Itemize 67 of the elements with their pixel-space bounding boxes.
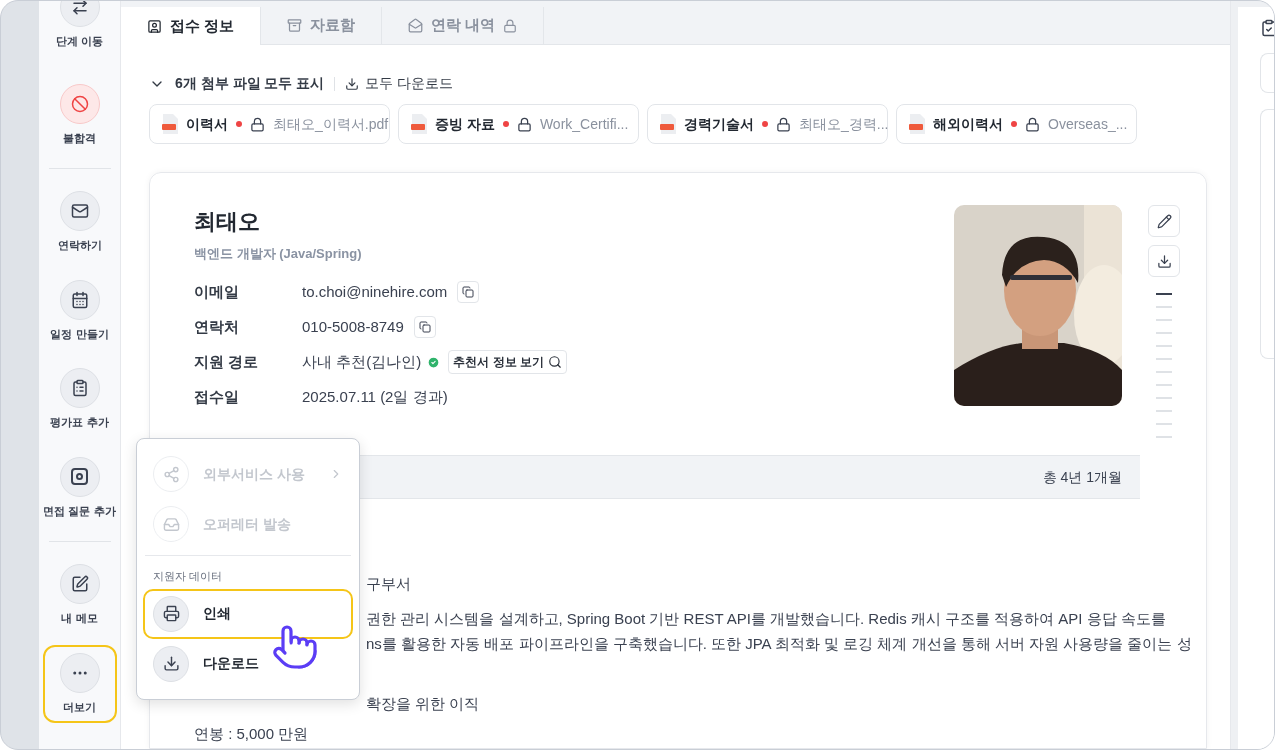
experience-text: 권한 관리 시스템을 설계하고, Spring Boot 기반 REST API를 개발했습니다. Redis 캐시 구조를 적용하여 API 응답 속도를	[366, 610, 1166, 627]
edit-icon	[59, 564, 100, 604]
download-icon	[153, 645, 189, 682]
file-chip[interactable]: 증빙 자료 Work_Certifi...	[398, 104, 639, 144]
copy-button[interactable]	[457, 281, 480, 303]
file-type: 이력서	[186, 114, 228, 134]
field-label: 지원 경로	[194, 351, 260, 372]
field-label: 연락처	[194, 316, 240, 337]
pencil-icon	[1156, 213, 1172, 229]
experience-text: 연봉 : 5,000 만원	[194, 725, 309, 742]
mail-icon	[59, 191, 100, 231]
field-label: 접수일	[194, 386, 240, 407]
experience-text: ns를 활용한 자동 배포 파이프라인을 구축했습니다. 또한 JPA 최적화 및 로깅 체계 개선을 통해 서버 자원 사용량을 줄이는 성	[366, 635, 1192, 652]
clipboard-icon	[59, 368, 100, 408]
copy-icon	[418, 321, 431, 333]
field-value: 사내 추천(김나인)	[302, 351, 422, 372]
search-icon	[547, 355, 562, 369]
referral-info-button[interactable]: 추천서 정보 보기	[448, 350, 567, 374]
job-title: 백엔드 개발자 (Java/Spring)	[194, 245, 363, 263]
check-circle-icon	[427, 355, 441, 369]
field-value: 010-5008-8749	[302, 316, 404, 337]
file-type: 해외이력서	[933, 114, 1003, 134]
archive-icon	[287, 18, 303, 33]
experience-text: 구부서	[366, 575, 411, 592]
file-chip[interactable]: 해외이력서 Overseas_...	[896, 104, 1137, 144]
sidebar-item[interactable]: 평가표 추가	[42, 360, 117, 439]
show-all-files-toggle[interactable]: 6개 첨부 파일 모두 표시	[149, 73, 325, 94]
clipboard-icon	[1260, 19, 1274, 37]
candidate-name: 최태오	[194, 208, 261, 236]
download-icon	[345, 76, 360, 91]
download-icon	[1156, 253, 1172, 269]
file-type: 경력기술서	[684, 114, 754, 134]
menu-item[interactable]: 인쇄	[143, 588, 353, 639]
hand-cursor-icon	[271, 623, 319, 671]
file-type: 증빙 자료	[435, 114, 495, 134]
total-experience: 총 4년 1개월	[1042, 467, 1122, 487]
file-chip[interactable]: 경력기술서 최태오_경력...	[647, 104, 888, 144]
field-label: 이메일	[194, 281, 240, 302]
user-card-icon	[147, 18, 162, 34]
experience-text: 확장을 위한 이직	[366, 695, 480, 712]
file-name: 최태오_이력서.pdf	[273, 114, 389, 134]
envelope-icon	[408, 18, 424, 33]
file-name: Overseas_...	[1048, 114, 1128, 134]
pdf-file-icon	[411, 114, 427, 134]
menu-section-label: 지원자 데이터	[152, 569, 224, 584]
edit-button[interactable]	[1148, 205, 1180, 237]
sidebar-item[interactable]: 일정 만들기	[42, 271, 117, 350]
file-name: 최태오_경력...	[799, 114, 889, 134]
tab[interactable]: 접수 정보	[121, 7, 262, 45]
pdf-file-icon	[162, 114, 178, 134]
copy-icon	[462, 286, 475, 298]
sidebar-item[interactable]: 내 메모	[42, 556, 117, 635]
printer-icon	[153, 595, 189, 632]
sidebar-item[interactable]: 연락하기	[42, 183, 117, 262]
sidebar-item[interactable]: 면접 질문 추가	[42, 448, 117, 527]
field-value: 2025.07.11 (2일 경과)	[302, 386, 448, 407]
sidebar-item[interactable]: 불합격	[42, 75, 117, 154]
sidebar-item[interactable]: 더보기	[42, 644, 117, 723]
file-chip[interactable]: 이력서 최태오_이력서.pdf	[149, 104, 390, 144]
pdf-file-icon	[909, 114, 925, 134]
pdf-file-icon	[660, 114, 676, 134]
download-all-button[interactable]: 모두 다운로드	[345, 73, 454, 94]
download-button[interactable]	[1148, 245, 1180, 277]
file-name: Work_Certifi...	[539, 114, 629, 134]
copy-button[interactable]	[413, 316, 436, 338]
field-value: to.choi@ninehire.com	[302, 281, 448, 302]
sidebar-item[interactable]: 단계 이동	[42, 1, 117, 58]
